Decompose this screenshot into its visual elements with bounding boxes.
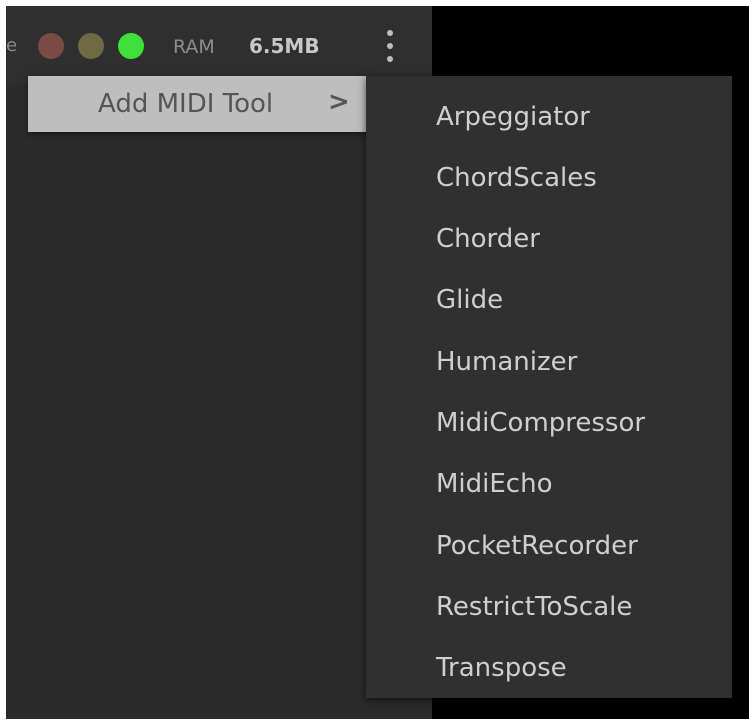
submenu-item-label: Chorder bbox=[436, 224, 540, 254]
submenu-item-label: PocketRecorder bbox=[436, 531, 638, 561]
ram-label: RAM bbox=[173, 36, 215, 58]
submenu-item-label: Arpeggiator bbox=[436, 102, 590, 132]
chevron-right-icon: > bbox=[328, 87, 350, 117]
submenu-item-label: MidiCompressor bbox=[436, 408, 646, 438]
add-midi-tool-label: Add MIDI Tool bbox=[98, 89, 274, 119]
submenu-item-chordscales[interactable]: ChordScales bbox=[366, 150, 732, 206]
kebab-dot bbox=[387, 43, 393, 49]
submenu-item-pocketrecorder[interactable]: PocketRecorder bbox=[366, 518, 732, 574]
submenu-item-label: Glide bbox=[436, 285, 504, 315]
add-midi-tool-menu-item[interactable]: Add MIDI Tool > bbox=[28, 76, 370, 132]
submenu-item-glide[interactable]: Glide bbox=[366, 272, 732, 328]
status-dot-yellow[interactable] bbox=[78, 33, 104, 59]
ram-value: 6.5MB bbox=[249, 34, 320, 58]
top-bar: e RAM 6.5MB bbox=[6, 6, 432, 84]
status-dot-red[interactable] bbox=[38, 33, 64, 59]
kebab-dot bbox=[387, 56, 393, 62]
submenu-item-chorder[interactable]: Chorder bbox=[366, 211, 732, 267]
submenu-item-label: RestrictToScale bbox=[436, 592, 633, 622]
submenu-item-transpose[interactable]: Transpose bbox=[366, 640, 732, 696]
app-window: e RAM 6.5MB Add MIDI Tool > Arpeggiator … bbox=[6, 6, 749, 719]
submenu-item-label: ChordScales bbox=[436, 163, 597, 193]
status-dot-green[interactable] bbox=[118, 33, 144, 59]
submenu-item-restricttoscale[interactable]: RestrictToScale bbox=[366, 579, 732, 635]
submenu-item-label: Humanizer bbox=[436, 347, 578, 377]
submenu-item-label: Transpose bbox=[436, 653, 567, 683]
truncated-title: e bbox=[6, 35, 18, 56]
kebab-dot bbox=[387, 30, 393, 36]
kebab-menu-icon[interactable] bbox=[378, 24, 402, 68]
submenu-item-arpeggiator[interactable]: Arpeggiator bbox=[366, 89, 732, 145]
midi-tool-submenu: Arpeggiator ChordScales Chorder Glide Hu… bbox=[366, 76, 732, 698]
submenu-item-midiecho[interactable]: MidiEcho bbox=[366, 456, 732, 512]
submenu-item-midicompressor[interactable]: MidiCompressor bbox=[366, 395, 732, 451]
submenu-item-label: MidiEcho bbox=[436, 469, 553, 499]
submenu-item-humanizer[interactable]: Humanizer bbox=[366, 334, 732, 390]
